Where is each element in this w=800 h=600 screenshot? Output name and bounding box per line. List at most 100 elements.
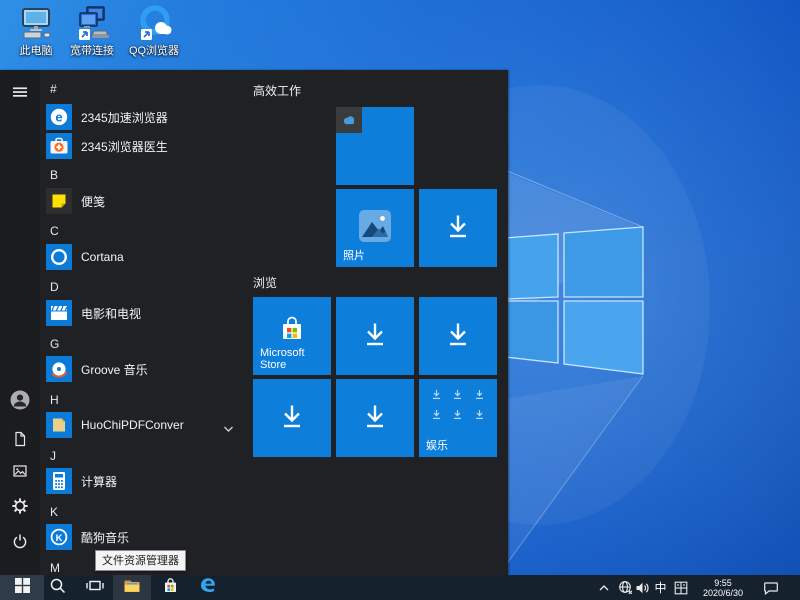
chevron-down-icon[interactable] bbox=[223, 420, 234, 438]
app-label: 电影和电视 bbox=[81, 305, 141, 322]
chevron-up-icon[interactable] bbox=[596, 575, 612, 600]
desktop-icon-broadband[interactable]: 宽带连接 bbox=[64, 5, 120, 58]
windows-logo-icon bbox=[15, 578, 30, 598]
tile-onedrive[interactable] bbox=[336, 107, 414, 185]
tooltip-file-explorer: 文件资源管理器 bbox=[95, 550, 186, 571]
ime-mode-label: 中 bbox=[654, 579, 666, 596]
documents-icon[interactable] bbox=[11, 430, 29, 448]
cortana-icon bbox=[46, 244, 72, 270]
app-section-header[interactable]: # bbox=[50, 82, 230, 97]
tile-pending-download[interactable] bbox=[419, 297, 497, 375]
tile-pending-download[interactable] bbox=[419, 189, 497, 267]
movies-tv-icon bbox=[46, 300, 72, 326]
tile-pending-download[interactable] bbox=[253, 379, 331, 457]
app-label: Cortana bbox=[81, 250, 124, 264]
desktop-icon-label: QQ浏览器 bbox=[126, 42, 182, 58]
tile-photos[interactable]: 照片 bbox=[336, 189, 414, 267]
clock-date: 2020/6/30 bbox=[703, 588, 743, 598]
tile-pending-download[interactable] bbox=[336, 379, 414, 457]
qq-browser-icon bbox=[136, 5, 172, 41]
file-explorer-button[interactable] bbox=[113, 575, 151, 600]
hamburger-menu-icon[interactable] bbox=[11, 83, 29, 101]
app-list-item[interactable]: 2345浏览器医生 bbox=[46, 132, 242, 160]
tile-label: 娱乐 bbox=[426, 437, 448, 453]
app-section-header[interactable]: C bbox=[50, 224, 230, 239]
clock-time: 9:55 bbox=[714, 578, 732, 588]
desktop-icon-label: 宽带连接 bbox=[64, 42, 120, 58]
tile-label: 照片 bbox=[343, 247, 365, 263]
svg-text:e: e bbox=[55, 110, 62, 125]
power-icon[interactable] bbox=[11, 532, 29, 550]
svg-text:K: K bbox=[56, 533, 63, 544]
photos-icon bbox=[358, 209, 392, 248]
network-globe-icon[interactable] bbox=[616, 575, 634, 600]
app-label: 便笺 bbox=[81, 193, 105, 210]
task-view-icon bbox=[86, 577, 104, 599]
app-list-item[interactable]: Groove 音乐 bbox=[46, 355, 242, 383]
app-list-item[interactable]: Cortana bbox=[46, 243, 242, 271]
app-list-item[interactable]: 便笺 bbox=[46, 187, 242, 215]
settings-gear-icon[interactable] bbox=[11, 497, 29, 515]
download-arrow-icon bbox=[441, 209, 475, 248]
task-view-button[interactable] bbox=[76, 575, 114, 600]
download-arrow-icon bbox=[358, 317, 392, 356]
app-label: HuoChiPDFConver bbox=[81, 418, 184, 432]
app-label: 2345浏览器医生 bbox=[81, 138, 168, 155]
download-arrow-icon bbox=[275, 399, 309, 438]
store-icon bbox=[162, 577, 179, 599]
2345-browser-icon: e bbox=[46, 104, 72, 130]
app-list-item[interactable]: HuoChiPDFConver bbox=[46, 411, 242, 439]
tile-group-title: 高效工作 bbox=[253, 82, 301, 99]
onedrive-cloud-icon bbox=[336, 107, 362, 133]
this-pc-icon bbox=[18, 5, 54, 41]
tile-group-title: 浏览 bbox=[253, 274, 277, 291]
clock[interactable]: 9:55 2020/6/30 bbox=[694, 575, 752, 600]
app-label: 计算器 bbox=[81, 473, 117, 490]
app-list-item[interactable]: K 酷狗音乐 bbox=[46, 523, 242, 551]
wallpaper-windows-logo bbox=[500, 70, 800, 575]
edge-icon bbox=[199, 576, 217, 599]
app-label: 酷狗音乐 bbox=[81, 529, 129, 546]
edge-button[interactable] bbox=[189, 575, 227, 600]
download-arrow-icon bbox=[441, 317, 475, 356]
app-list-item[interactable]: 电影和电视 bbox=[46, 299, 242, 327]
pictures-icon[interactable] bbox=[11, 462, 29, 480]
user-avatar-icon[interactable] bbox=[10, 390, 30, 410]
download-arrow-icon bbox=[358, 399, 392, 438]
action-center-icon[interactable] bbox=[760, 575, 782, 600]
2345-doctor-icon bbox=[46, 133, 72, 159]
ime-grid-icon[interactable] bbox=[672, 575, 690, 600]
microsoft-store-icon bbox=[276, 313, 308, 350]
ime-language-mode[interactable]: 中 bbox=[652, 575, 669, 600]
desktop-icon-qq-browser[interactable]: QQ浏览器 bbox=[126, 5, 182, 58]
app-section-header[interactable]: G bbox=[50, 337, 230, 352]
search-button[interactable] bbox=[38, 575, 76, 600]
store-button[interactable] bbox=[151, 575, 189, 600]
tile-label: Microsoft Store bbox=[260, 347, 331, 371]
kugou-music-icon: K bbox=[46, 524, 72, 550]
broadband-connection-icon bbox=[74, 5, 110, 41]
sticky-notes-icon bbox=[46, 188, 72, 214]
tile-entertainment-folder[interactable]: 娱乐 bbox=[419, 379, 497, 457]
app-section-header[interactable]: H bbox=[50, 393, 230, 408]
app-list-item[interactable]: e 2345加速浏览器 bbox=[46, 103, 242, 131]
search-icon bbox=[49, 577, 66, 599]
app-label: 2345加速浏览器 bbox=[81, 109, 168, 126]
app-section-header[interactable]: B bbox=[50, 168, 230, 183]
app-section-header[interactable]: J bbox=[50, 449, 230, 464]
speaker-icon[interactable] bbox=[634, 575, 651, 600]
desktop-icon-label: 此电脑 bbox=[8, 42, 64, 58]
start-menu: # e 2345加速浏览器 2345浏览器医生 B bbox=[0, 70, 508, 575]
groove-music-icon bbox=[46, 356, 72, 382]
tile-pending-download[interactable] bbox=[336, 297, 414, 375]
desktop-icon-this-pc[interactable]: 此电脑 bbox=[8, 5, 64, 58]
app-section-header[interactable]: K bbox=[50, 505, 230, 520]
calculator-icon bbox=[46, 468, 72, 494]
tile-microsoft-store[interactable]: Microsoft Store bbox=[253, 297, 331, 375]
app-section-header[interactable]: D bbox=[50, 280, 230, 295]
app-list-item[interactable]: 计算器 bbox=[46, 467, 242, 495]
folder-group-icon bbox=[46, 412, 72, 438]
folder-of-download-arrows-icon bbox=[426, 389, 490, 420]
taskbar: 中 9:55 2020/6/30 bbox=[0, 575, 800, 600]
app-label: Groove 音乐 bbox=[81, 361, 148, 378]
